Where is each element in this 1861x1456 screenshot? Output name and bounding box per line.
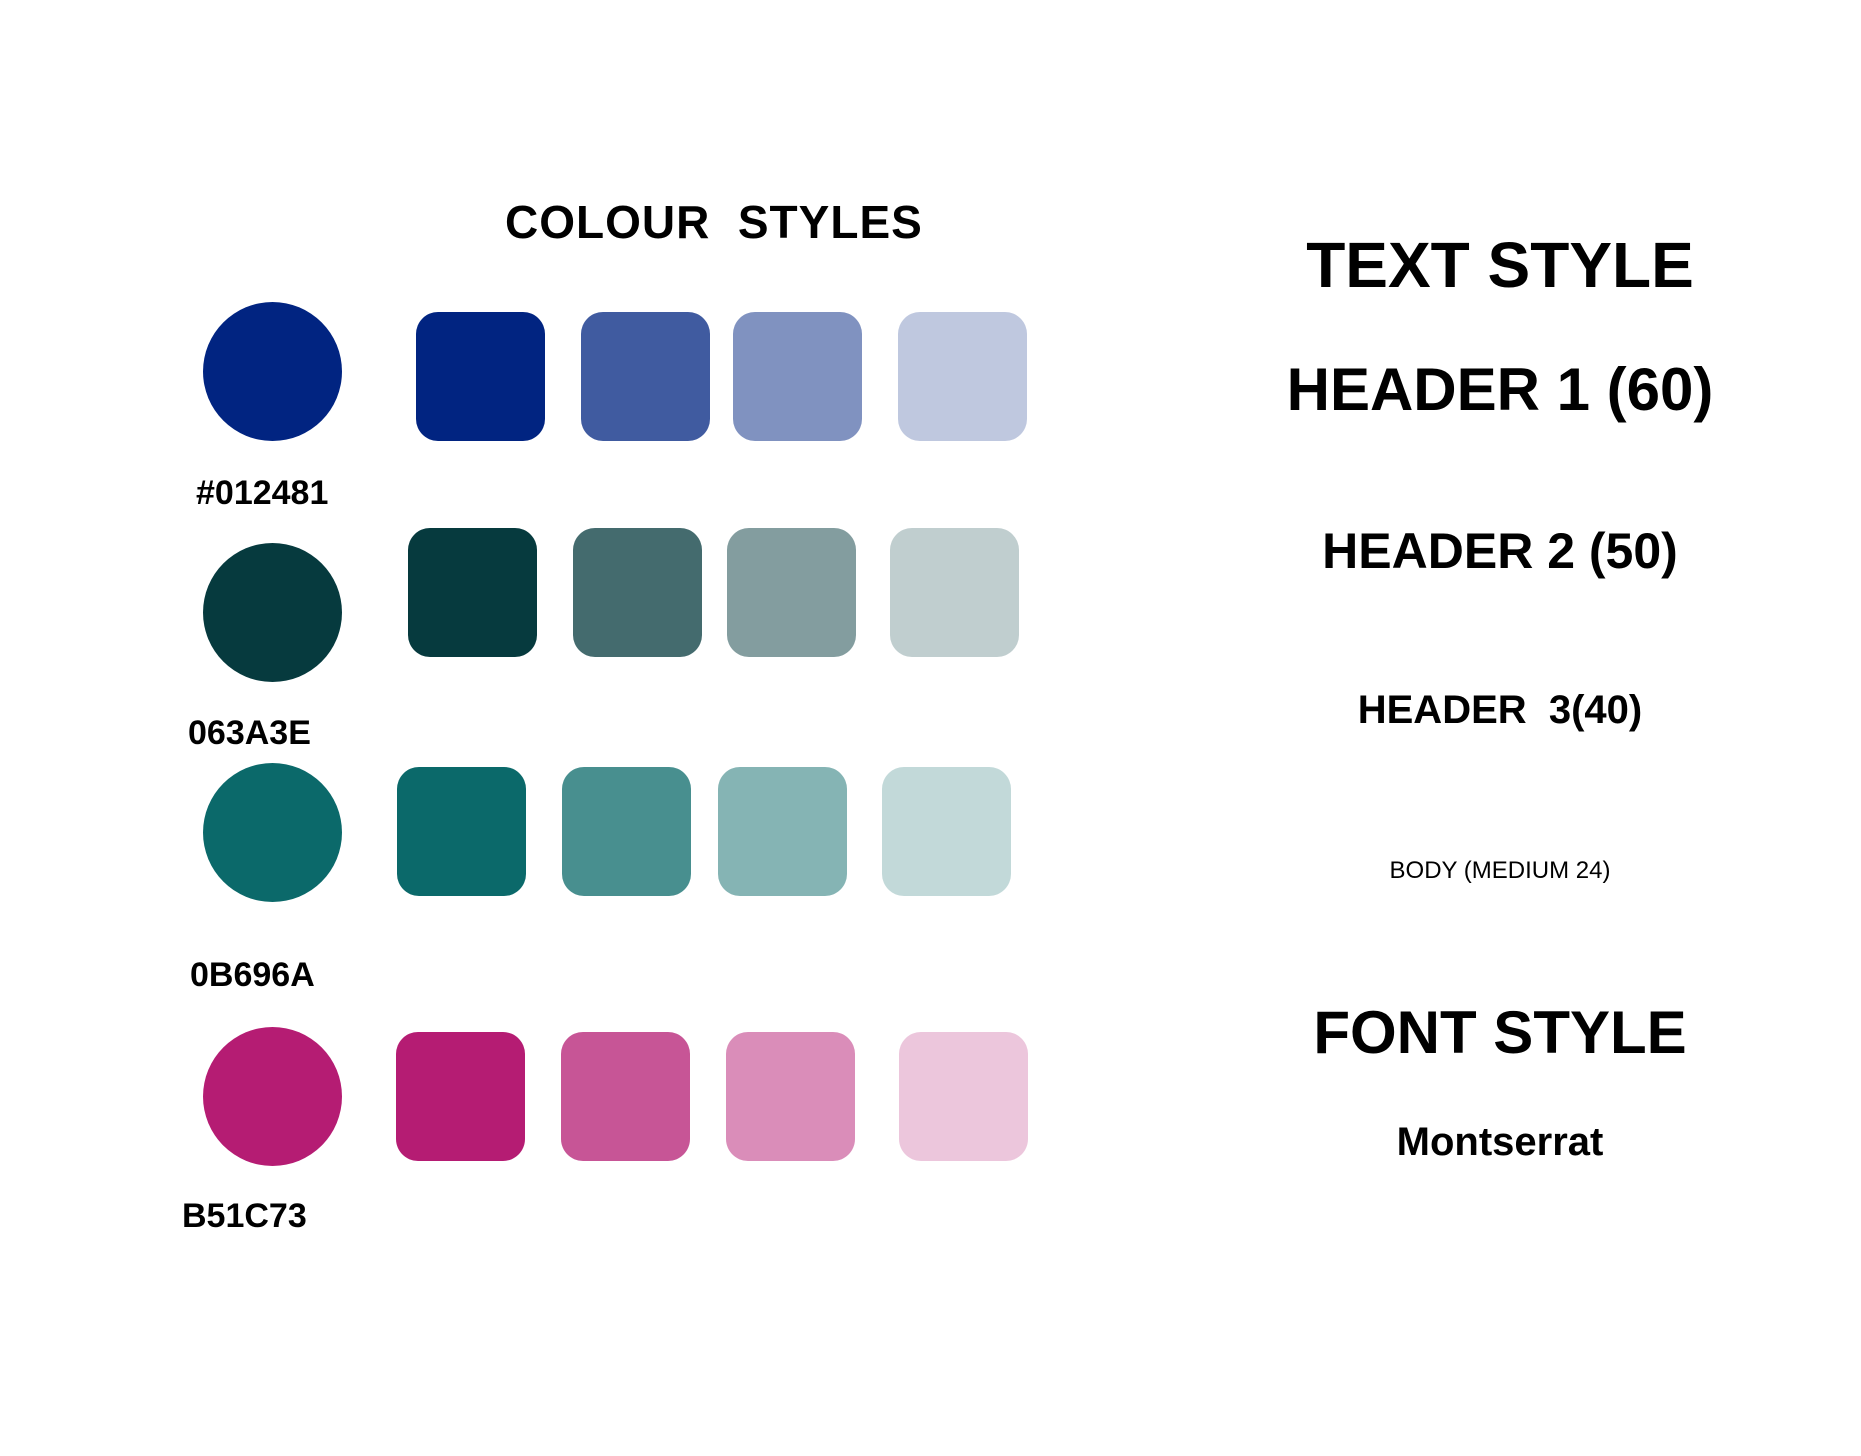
tint-swatch: [573, 528, 702, 657]
tint-swatch: [416, 312, 545, 441]
tint-swatch: [581, 312, 710, 441]
header-3-sample: HEADER 3(40): [1357, 688, 1643, 732]
hex-label: B51C73: [182, 1197, 307, 1235]
tint-swatch: [882, 767, 1011, 896]
font-style-title: FONT STYLE: [1313, 999, 1687, 1066]
tint-swatch: [899, 1032, 1028, 1161]
tint-swatch: [726, 1032, 855, 1161]
hex-label: #012481: [196, 474, 329, 512]
base-colour-circle: [203, 1027, 342, 1166]
font-name: Montserrat: [1396, 1120, 1604, 1164]
tint-swatch: [727, 528, 856, 657]
tint-swatch: [561, 1032, 690, 1161]
tint-swatch: [890, 528, 1019, 657]
tint-swatch: [718, 767, 847, 896]
base-colour-circle: [203, 302, 342, 441]
hex-label: 0B696A: [190, 956, 315, 994]
tint-swatch: [733, 312, 862, 441]
tint-swatch: [898, 312, 1027, 441]
tint-swatch: [396, 1032, 525, 1161]
tint-swatch: [397, 767, 526, 896]
body-text-sample: BODY (MEDIUM 24): [1389, 857, 1611, 884]
header-1-sample: HEADER 1 (60): [1286, 356, 1714, 423]
colour-styles-title: COLOUR STYLES: [505, 196, 923, 248]
base-colour-circle: [203, 543, 342, 682]
tint-swatch: [562, 767, 691, 896]
header-2-sample: HEADER 2 (50): [1322, 523, 1678, 579]
base-colour-circle: [203, 763, 342, 902]
hex-label: 063A3E: [188, 714, 311, 752]
tint-swatch: [408, 528, 537, 657]
text-style-title: TEXT STYLE: [1306, 229, 1694, 301]
